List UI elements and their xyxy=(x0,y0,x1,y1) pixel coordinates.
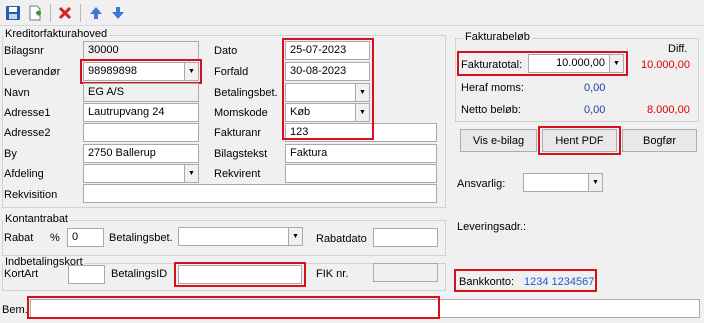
highlight-bankkonto xyxy=(454,269,597,292)
bogfor-button[interactable]: Bogfør xyxy=(622,129,697,152)
afdeling-dropdown[interactable]: ▼ xyxy=(83,164,199,183)
rabat-field[interactable]: 0 xyxy=(67,228,104,247)
rabat-label: Rabat xyxy=(4,232,34,244)
kontantrabat-betalingsbet-dropdown[interactable]: ▼ xyxy=(178,227,303,246)
ansvarlig-label: Ansvarlig: xyxy=(457,178,506,190)
fakturanr-label: Fakturanr xyxy=(214,127,262,139)
by-field[interactable]: 2750 Ballerup xyxy=(83,144,199,163)
navn-label: Navn xyxy=(4,87,30,99)
adresse1-field[interactable]: Lautrupvang 24 xyxy=(83,103,199,122)
fiknr-field xyxy=(373,263,438,282)
betalingsbet-label: Betalingsbet. xyxy=(214,87,278,99)
momskode-label: Momskode xyxy=(214,107,268,119)
fiknr-label: FIK nr. xyxy=(316,268,349,280)
heraf-moms-label: Heraf moms: xyxy=(461,82,524,94)
netto-value: 0,00 xyxy=(584,104,606,116)
highlight-bem xyxy=(27,296,440,319)
adresse2-label: Adresse2 xyxy=(4,127,51,139)
diff-label: Diff. xyxy=(668,43,688,55)
betalingsid-label: BetalingsID xyxy=(111,268,168,280)
kontantrabat-betalingsbet-label: Betalingsbet. xyxy=(109,232,173,244)
chevron-down-icon[interactable]: ▼ xyxy=(288,228,302,245)
dato-label: Dato xyxy=(214,45,238,57)
rekvisition-field[interactable] xyxy=(83,184,437,203)
bilagstekst-field[interactable]: Faktura xyxy=(285,144,437,163)
highlight-leverandor xyxy=(80,59,202,84)
fakturabelob-title: Fakturabeløb xyxy=(463,31,532,43)
heraf-moms-value: 0,00 xyxy=(584,82,606,94)
highlight-betalingsid xyxy=(174,262,306,287)
toolbar-separator xyxy=(80,4,81,22)
ansvarlig-dropdown[interactable]: ▼ xyxy=(523,173,603,192)
by-label: By xyxy=(4,148,17,160)
chevron-down-icon[interactable]: ▼ xyxy=(184,165,198,182)
rabatdato-field[interactable] xyxy=(373,228,438,247)
arrow-up-icon[interactable] xyxy=(86,3,106,23)
highlight-dates xyxy=(282,38,374,140)
toolbar xyxy=(0,0,704,26)
kortart-field[interactable] xyxy=(68,265,105,284)
header-group-title: Kreditorfakturahoved xyxy=(3,28,110,40)
highlight-hent-pdf xyxy=(538,126,621,155)
adresse1-label: Adresse1 xyxy=(4,107,51,119)
chevron-down-icon[interactable]: ▼ xyxy=(588,174,602,191)
arrow-down-icon[interactable] xyxy=(108,3,128,23)
netto-label: Netto beløb: xyxy=(461,104,521,116)
bilagstekst-label: Bilagstekst xyxy=(214,148,268,160)
navn-field: EG A/S xyxy=(83,83,199,102)
adresse2-field[interactable] xyxy=(83,123,199,142)
highlight-fakturatotal xyxy=(457,51,628,76)
save-icon[interactable] xyxy=(3,3,23,23)
forfald-label: Forfald xyxy=(214,66,249,78)
kortart-label: KortArt xyxy=(4,268,39,280)
netto-diff-value: 8.000,00 xyxy=(647,104,690,116)
delete-icon[interactable] xyxy=(55,3,75,23)
bem-label: Bem. xyxy=(2,304,28,316)
percent-label: % xyxy=(50,232,60,244)
afdeling-label: Afdeling xyxy=(4,168,44,180)
vis-ebilag-button[interactable]: Vis e-bilag xyxy=(460,129,537,152)
leveringsadr-label: Leveringsadr.: xyxy=(457,221,527,233)
bilagsnr-label: Bilagsnr xyxy=(4,45,44,57)
kontantrabat-title: Kontantrabat xyxy=(3,213,70,225)
leverandor-label: Leverandør xyxy=(4,66,61,78)
rabatdato-label: Rabatdato xyxy=(316,233,367,245)
toolbar-separator xyxy=(50,4,51,22)
rekvirent-label: Rekvirent xyxy=(214,168,261,180)
rekvisition-label: Rekvisition xyxy=(4,189,58,201)
bilagsnr-field: 30000 xyxy=(83,41,199,60)
new-document-icon[interactable] xyxy=(25,3,45,23)
diff-value: 10.000,00 xyxy=(641,59,690,71)
rekvirent-field[interactable] xyxy=(285,164,437,183)
